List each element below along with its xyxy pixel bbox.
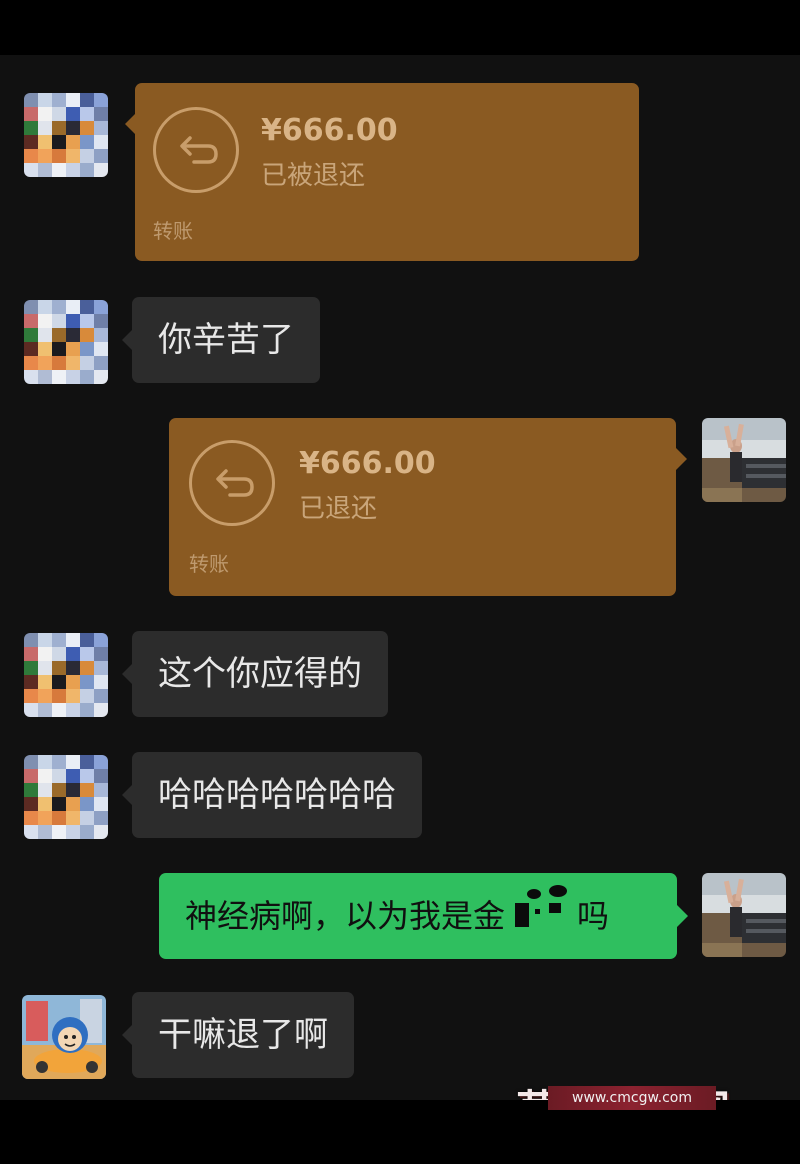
self-avatar[interactable] [702, 873, 786, 957]
watermark-url: www.cmcgw.com [548, 1086, 716, 1110]
contact-avatar[interactable] [24, 93, 108, 177]
redacted-mark [505, 885, 577, 933]
contact-avatar-cartoon[interactable] [22, 995, 106, 1079]
message-bubble[interactable]: 这个你应得的 [122, 631, 388, 717]
message-text: 吗 [577, 897, 610, 935]
transfer-status: 已退还 [299, 494, 378, 524]
contact-avatar[interactable] [24, 755, 108, 839]
transfer-card-refunded[interactable]: ¥666.00 已被退还 转账 [125, 83, 639, 261]
contact-avatar[interactable] [24, 633, 108, 717]
self-message-bubble[interactable]: 神经病啊，以为我是金 吗 [159, 873, 688, 959]
transfer-card-returned[interactable]: ¥666.00 已退还 转账 [169, 418, 687, 596]
message-bubble[interactable]: 你辛苦了 [122, 297, 320, 383]
return-arrow-icon [189, 440, 275, 526]
transfer-label: 转账 [153, 219, 193, 243]
message-bubble[interactable]: 哈哈哈哈哈哈哈 [122, 752, 422, 838]
transfer-label: 转账 [189, 552, 229, 576]
transfer-status: 已被退还 [261, 161, 366, 191]
transfer-amount: ¥666.00 [299, 446, 436, 481]
transfer-amount: ¥666.00 [261, 113, 398, 148]
message-text: 神经病啊，以为我是金 [185, 897, 506, 935]
message-bubble[interactable]: 干嘛退了啊 [122, 992, 354, 1078]
return-arrow-icon [153, 107, 239, 193]
chat-area[interactable]: ¥666.00 已被退还 转账 你辛苦了 ¥666.00 已退还 转账 这个你应… [0, 55, 800, 1100]
contact-avatar[interactable] [24, 300, 108, 384]
self-avatar[interactable] [702, 418, 786, 502]
